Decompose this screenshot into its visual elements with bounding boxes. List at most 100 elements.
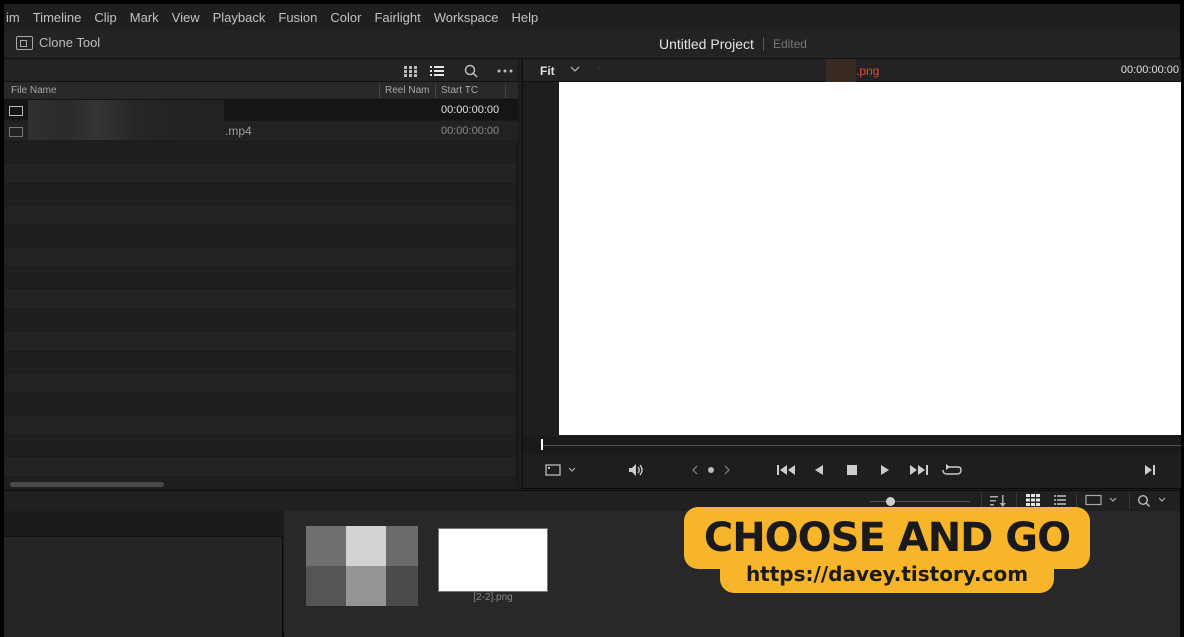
volume-icon[interactable] — [627, 463, 645, 480]
menu-clip[interactable]: Clip — [94, 10, 116, 25]
scrub-track — [541, 445, 1181, 446]
menu-fusion[interactable]: Fusion — [278, 10, 317, 25]
media-pool-toolbar — [4, 59, 518, 82]
video-clip-icon — [9, 127, 23, 137]
zoom-fit-label[interactable]: Fit — [540, 64, 555, 78]
go-to-start-icon[interactable] — [776, 463, 796, 480]
empty-row — [4, 184, 518, 205]
column-divider[interactable] — [379, 84, 380, 98]
empty-row — [4, 373, 518, 394]
project-status: Edited — [772, 37, 807, 51]
menu-trim[interactable]: im — [6, 10, 20, 25]
mosaic-cell — [386, 526, 418, 566]
empty-row — [4, 436, 518, 457]
menu-view[interactable]: View — [172, 10, 200, 25]
search-icon[interactable] — [1137, 494, 1175, 510]
blurred-filename — [28, 100, 224, 140]
grid-view-icon[interactable] — [397, 63, 423, 79]
empty-row — [4, 394, 518, 415]
column-start-tc[interactable]: Start TC — [441, 85, 478, 96]
empty-row — [4, 310, 518, 331]
clone-tool-label: Clone Tool — [39, 35, 101, 50]
menu-fairlight[interactable]: Fairlight — [374, 10, 420, 25]
empty-row — [4, 226, 518, 247]
clip-name: .mp4 — [225, 124, 252, 138]
more-options-icon[interactable] — [492, 63, 518, 79]
empty-row — [4, 289, 518, 310]
empty-row — [4, 331, 518, 352]
mosaic-cell — [346, 566, 386, 606]
clip-thumbnail-white[interactable] — [438, 528, 548, 592]
viewer-filename: .png — [856, 64, 880, 78]
source-viewer: Fit · .png 00:00:00:00 — [522, 59, 1181, 489]
empty-row — [4, 163, 518, 184]
clip-start-tc: 00:00:00:00 — [441, 125, 500, 137]
mosaic-cell — [306, 526, 346, 566]
play-reverse-icon[interactable] — [812, 463, 826, 480]
menu-mark[interactable]: Mark — [130, 10, 159, 25]
column-divider[interactable] — [505, 84, 506, 98]
thumbnail-label: [2-2].png — [473, 592, 513, 603]
blurred-filename — [826, 59, 856, 82]
video-clip-icon — [9, 106, 23, 116]
watermark-url: https://davey.tistory.com — [745, 562, 1029, 586]
viewer-timecode: 00:00:00:00 — [1120, 64, 1179, 76]
empty-row — [4, 352, 518, 373]
empty-row — [4, 415, 518, 436]
search-icon[interactable] — [458, 63, 484, 79]
viewer-canvas[interactable] — [559, 82, 1181, 435]
go-to-end-icon[interactable] — [909, 463, 929, 480]
empty-row — [4, 457, 518, 478]
divider-dot-icon: · — [597, 62, 601, 73]
column-file-name[interactable]: File Name — [11, 85, 57, 96]
menu-playback[interactable]: Playback — [213, 10, 266, 25]
menu-workspace[interactable]: Workspace — [434, 10, 499, 25]
loop-icon[interactable] — [941, 463, 963, 480]
clone-tool-button[interactable]: Clone Tool — [16, 35, 100, 50]
media-pool: File Name Reel Nam Start TC 00:00:00:00 … — [4, 59, 518, 489]
thumbnail-zoom-slider[interactable] — [886, 497, 895, 506]
toolbar-divider — [1129, 493, 1130, 509]
column-divider[interactable] — [435, 84, 436, 98]
menu-bar: im Timeline Clip Mark View Playback Fusi… — [4, 4, 1180, 30]
bin-list-header — [4, 511, 283, 537]
play-icon[interactable] — [878, 463, 892, 480]
watermark-url-plate: https://davey.tistory.com — [720, 555, 1054, 593]
project-info: Untitled Project Edited — [659, 36, 807, 52]
top-toolbar: Clone Tool Untitled Project Edited — [4, 30, 1180, 59]
chevron-down-icon[interactable] — [569, 62, 581, 79]
mosaic-cell — [346, 526, 386, 566]
mosaic-cell — [386, 566, 418, 606]
media-pool-rows: 00:00:00:00 .mp4 00:00:00:00 — [4, 100, 518, 478]
scrub-bar[interactable] — [523, 436, 1181, 454]
empty-row — [4, 268, 518, 289]
app-window: im Timeline Clip Mark View Playback Fusi… — [0, 0, 1184, 637]
menu-timeline[interactable]: Timeline — [33, 10, 82, 25]
empty-row — [4, 205, 518, 226]
project-title: Untitled Project — [659, 36, 754, 52]
empty-row — [4, 142, 518, 163]
bin-list-panel — [4, 511, 283, 637]
metadata-view-icon[interactable] — [1085, 494, 1121, 509]
list-view-icon[interactable] — [424, 63, 450, 79]
viewer-header: Fit · .png 00:00:00:00 — [523, 59, 1181, 82]
panel-edge-shadow — [516, 144, 518, 484]
thumbnail-zoom-track — [870, 501, 970, 502]
menu-help[interactable]: Help — [512, 10, 539, 25]
stop-icon[interactable] — [845, 463, 859, 480]
mosaic-cell — [306, 566, 346, 606]
next-edit-icon[interactable] — [1143, 463, 1157, 480]
jog-control-icon[interactable] — [691, 463, 731, 480]
media-pool-column-header: File Name Reel Nam Start TC — [4, 82, 518, 100]
clip-thumbnail-mosaic[interactable] — [306, 526, 418, 606]
transport-controls — [523, 454, 1181, 489]
clone-tool-icon — [16, 35, 33, 50]
column-reel-name[interactable]: Reel Nam — [385, 85, 429, 96]
playhead[interactable] — [541, 439, 543, 450]
project-divider — [762, 37, 764, 51]
empty-row — [4, 247, 518, 268]
clip-start-tc: 00:00:00:00 — [441, 104, 500, 116]
menu-color[interactable]: Color — [330, 10, 361, 25]
horizontal-scrollbar[interactable] — [10, 482, 164, 487]
viewer-mode-icon[interactable] — [545, 463, 579, 480]
